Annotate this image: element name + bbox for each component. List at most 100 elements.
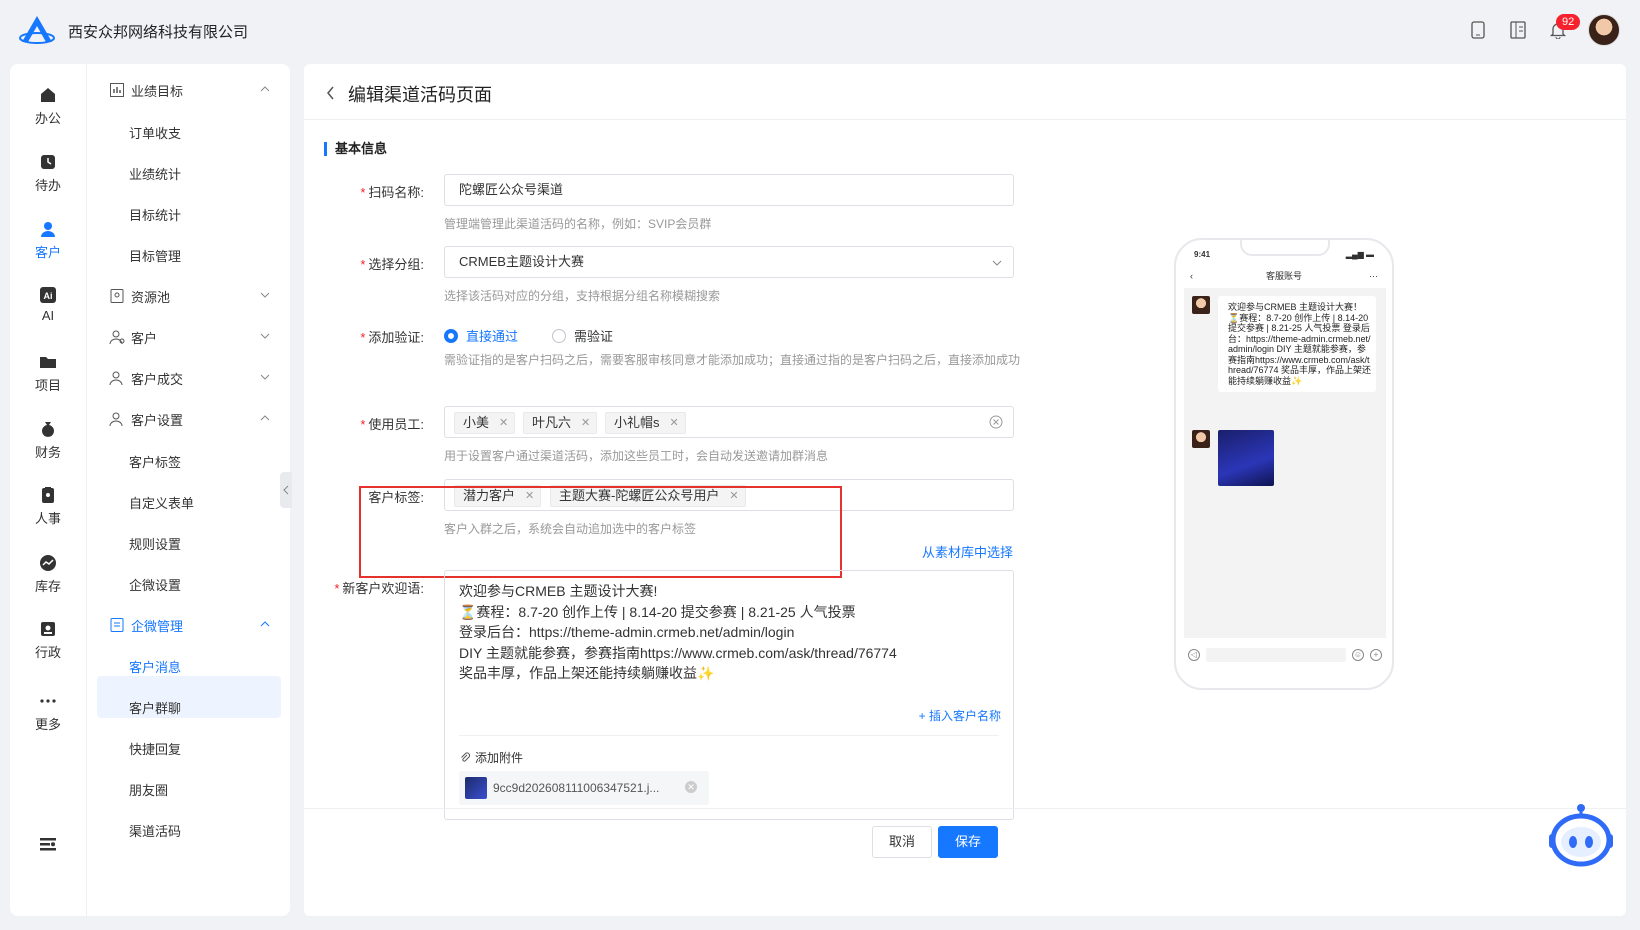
book-icon[interactable]	[1508, 20, 1528, 40]
name-hint: 管理端管理此渠道活码的名称，例如：SVIP会员群	[444, 217, 712, 231]
material-library-link[interactable]: 从素材库中选择	[922, 542, 1013, 561]
phone-status-icons: ▂▄▆ ▬	[1345, 250, 1374, 259]
chevron-down-icon	[260, 292, 270, 298]
menu-group-resource-pool[interactable]: 资源池	[109, 286, 279, 306]
chevron-left-icon	[283, 485, 289, 495]
chevron-down-icon	[260, 374, 270, 380]
company-name: 西安众邦网络科技有限公司	[68, 24, 249, 41]
menu-item-rule-settings[interactable]: 规则设置	[129, 534, 181, 553]
radio-direct[interactable]: 直接通过	[444, 326, 518, 345]
clock-icon	[41, 155, 55, 169]
plus-icon: +	[1370, 649, 1382, 661]
company-logo	[19, 16, 55, 44]
staff-tag: 小礼帽s ✕	[605, 412, 686, 434]
nav-item-ai[interactable]: Ai AI	[10, 286, 86, 323]
phone-preview: 9:41 ▂▄▆ ▬ ‹ 客服账号 ··· 欢迎参与CRMEB 主题设计大赛！⏳…	[1174, 238, 1394, 690]
image-thumbnail	[465, 777, 487, 799]
user-icon	[41, 222, 55, 237]
phone-input-row: ◁ ☺ +	[1184, 646, 1386, 664]
back-arrow-icon[interactable]	[326, 86, 336, 100]
menu-item-order[interactable]: 订单收支	[129, 123, 181, 142]
ai-icon: Ai	[40, 287, 56, 303]
nav-item-office[interactable]: 办公	[10, 86, 86, 127]
home-icon	[41, 88, 55, 102]
paperclip-icon	[461, 752, 470, 762]
nav-item-inventory[interactable]: 库存	[10, 554, 86, 595]
chat-area: 欢迎参与CRMEB 主题设计大赛！⏳赛程：8.7-20 创作上传 | 8.14-…	[1184, 288, 1386, 638]
staff-tag: 小美 ✕	[454, 412, 516, 434]
menu-group-wecom[interactable]: 企微管理	[109, 615, 279, 635]
radio-dot	[552, 328, 566, 343]
chart-icon	[40, 555, 56, 571]
remove-attachment-icon[interactable]: ✕	[685, 781, 697, 793]
menu-item-customer-message[interactable]: 客户消息	[129, 657, 181, 676]
avatar	[1192, 430, 1210, 448]
save-button[interactable]: 保存	[938, 826, 999, 858]
voice-icon: ◁	[1188, 649, 1200, 661]
add-attachment-button[interactable]: 添加附件	[459, 749, 523, 766]
menu-item-target-manage[interactable]: 目标管理	[129, 246, 181, 265]
menu-item-performance-stats[interactable]: 业绩统计	[129, 164, 181, 183]
menu-item-custom-form[interactable]: 自定义表单	[129, 493, 194, 512]
menu-item-moments[interactable]: 朋友圈	[129, 780, 168, 799]
menu-item-customer-group-chat[interactable]: 客户群聊	[129, 698, 181, 717]
group-hint: 选择该活码对应的分组，支持根据分组名称模糊搜索	[444, 289, 721, 303]
id-card-icon	[41, 622, 55, 636]
menu-group-customer-settings[interactable]: 客户设置	[109, 409, 279, 429]
staff-label: * 使用员工:	[360, 417, 424, 432]
user-avatar[interactable]	[1588, 14, 1620, 46]
nav-item-finance[interactable]: 财务	[10, 420, 86, 461]
chevron-left-icon: ‹	[1190, 271, 1193, 281]
insert-customer-name-link[interactable]: + 插入客户名称	[919, 707, 1001, 724]
nav-item-more[interactable]: 更多	[10, 692, 86, 733]
menu-group-performance[interactable]: 业绩目标	[109, 80, 279, 100]
user-settings-icon	[109, 412, 123, 427]
bell-icon[interactable]: 92	[1548, 14, 1581, 40]
staff-select[interactable]: 小美 ✕ 叶凡六 ✕ 小礼帽s ✕	[444, 406, 1014, 438]
wecom-icon	[110, 618, 124, 632]
clear-icon[interactable]	[989, 415, 1003, 429]
attachment-item[interactable]: 9cc9d202608111006347521.j... ✕	[459, 771, 709, 805]
tag-close-icon[interactable]: ✕	[499, 413, 508, 433]
tag-close-icon[interactable]: ✕	[581, 413, 590, 433]
chevron-down-icon	[992, 260, 1002, 266]
phone-icon[interactable]	[1468, 20, 1488, 40]
phone-notch	[1240, 240, 1330, 256]
verify-label: * 添加验证:	[360, 330, 424, 345]
footer-divider	[304, 808, 1626, 809]
menu-item-wecom-settings[interactable]: 企微设置	[129, 575, 181, 594]
highlight-box	[359, 486, 842, 578]
chevron-down-icon	[260, 333, 270, 339]
nav-item-admin[interactable]: 行政	[10, 620, 86, 661]
nav-item-project[interactable]: 项目	[10, 353, 86, 394]
nav-item-todo[interactable]: 待办	[10, 153, 86, 194]
radio-need-verify[interactable]: 需验证	[552, 326, 613, 345]
sub-menu: 业绩目标 订单收支 业绩统计 目标统计 目标管理 资源池 客户 客户成交 客户设…	[86, 64, 290, 916]
nav-item-customer[interactable]: 客户	[10, 220, 86, 261]
chevron-up-icon	[260, 621, 270, 627]
tag-close-icon[interactable]: ✕	[670, 413, 679, 433]
menu-item-channel-code[interactable]: 渠道活码	[129, 821, 181, 840]
chevron-up-icon	[260, 415, 270, 421]
menu-group-customer[interactable]: 客户	[109, 327, 279, 347]
group-select[interactable]: CRMEB主题设计大赛	[444, 246, 1014, 278]
divider	[459, 735, 999, 736]
robot-assistant-icon[interactable]	[1546, 802, 1616, 868]
top-bar: 西安众邦网络科技有限公司 92	[0, 0, 1640, 62]
badge-icon	[42, 487, 54, 503]
menu-item-customer-tags[interactable]: 客户标签	[129, 452, 181, 471]
welcome-text[interactable]: 欢迎参与CRMEB 主题设计大赛! ⏳赛程：8.7-20 创作上传 | 8.14…	[459, 581, 897, 684]
name-input[interactable]: 陀螺匠公众号渠道	[444, 174, 1014, 206]
section-title: 基本信息	[324, 142, 387, 156]
menu-item-quick-reply[interactable]: 快捷回复	[129, 739, 181, 758]
nav-item-hr[interactable]: 人事	[10, 486, 86, 527]
sidebar-collapse-handle[interactable]	[280, 472, 292, 508]
cancel-button[interactable]: 取消	[872, 826, 933, 858]
deal-icon	[109, 371, 123, 386]
menu-group-deal[interactable]: 客户成交	[109, 368, 279, 388]
svg-text:Ai: Ai	[44, 291, 53, 301]
phone-input	[1206, 648, 1346, 662]
welcome-textarea[interactable]: 欢迎参与CRMEB 主题设计大赛! ⏳赛程：8.7-20 创作上传 | 8.14…	[444, 570, 1014, 820]
settings-list-icon[interactable]	[39, 836, 57, 852]
menu-item-target-stats[interactable]: 目标统计	[129, 205, 181, 224]
